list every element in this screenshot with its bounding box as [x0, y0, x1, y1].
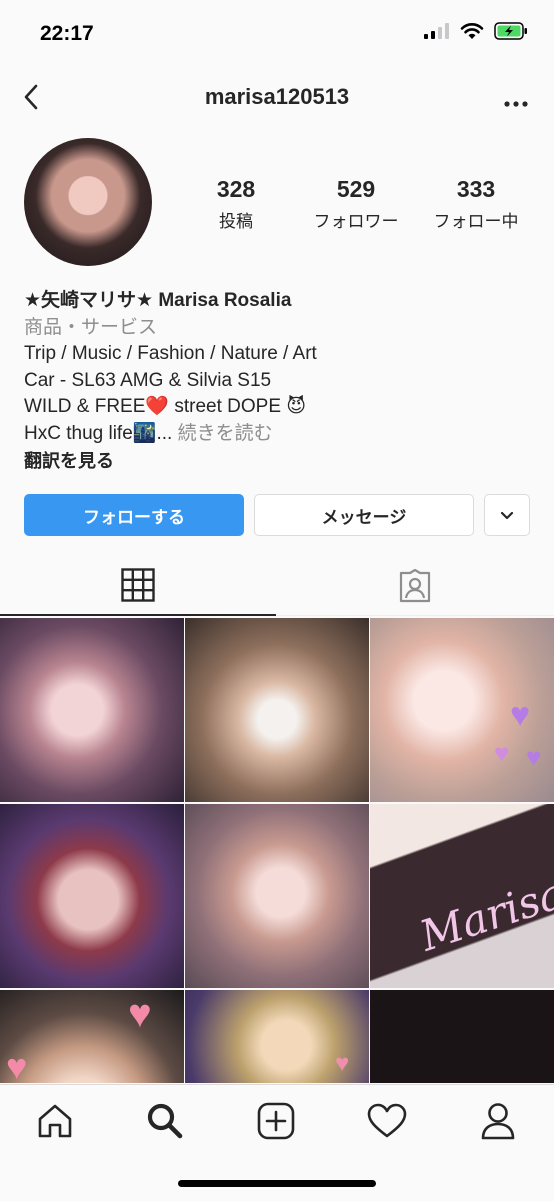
nav-home-button[interactable] — [33, 1099, 77, 1143]
profile-category: 商品・サービス — [24, 316, 158, 338]
username-title: marisa120513 — [204, 84, 350, 109]
stat-following[interactable]: 333 フォロー中 — [416, 176, 536, 232]
wifi-icon — [460, 23, 484, 39]
bio-line-4-text: HxC thug life — [24, 422, 133, 444]
activity-heart-icon — [367, 1103, 407, 1138]
status-icons — [424, 22, 528, 40]
profile-tabs — [0, 556, 554, 616]
bio-line-3-rest: street DOPE — [169, 396, 287, 418]
post-thumbnail[interactable]: ♥ ♥ ♥ — [370, 618, 554, 802]
nav-profile-button[interactable] — [476, 1099, 520, 1143]
stat-followers-label: フォロワー — [313, 212, 399, 231]
post-thumbnail[interactable] — [185, 618, 369, 802]
suggested-dropdown-button[interactable] — [484, 494, 530, 536]
more-options-button[interactable] — [504, 94, 528, 112]
profile-bio: ★矢崎マリサ★ Marisa Rosalia 商品・サービス Trip / Mu… — [24, 288, 534, 474]
post-grid: ♥ ♥ ♥ Marisa ♥ ♥ ♥ — [0, 618, 554, 1083]
home-icon — [38, 1104, 72, 1138]
bio-ellipsis: ... — [156, 422, 178, 444]
post-thumbnail[interactable] — [370, 990, 554, 1083]
stat-following-label: フォロー中 — [433, 212, 519, 231]
tab-grid[interactable] — [0, 556, 276, 616]
heart-sticker-icon: ♥ — [494, 738, 510, 768]
post-caption-text: Marisa — [414, 868, 554, 961]
status-bar: 22:17 — [0, 0, 554, 70]
post-thumbnail[interactable] — [0, 618, 184, 802]
profile-stats: 328 投稿 529 フォロワー 333 フォロー中 — [176, 176, 536, 232]
profile-avatar[interactable] — [24, 138, 152, 266]
search-icon — [147, 1103, 183, 1139]
heart-sticker-icon: ♥ — [335, 1050, 350, 1077]
heart-sticker-icon: ♥ — [6, 1046, 28, 1083]
post-thumbnail[interactable] — [0, 804, 184, 988]
tab-tagged[interactable] — [276, 556, 554, 616]
night-city-emoji: 🌃 — [132, 422, 157, 444]
bio-line-2: Car - SL63 AMG & Silvia S15 — [24, 369, 272, 391]
see-translation-link[interactable]: 翻訳を見る — [24, 448, 534, 475]
new-post-icon — [257, 1102, 295, 1140]
grid-icon — [121, 568, 155, 602]
nav-activity-button[interactable] — [365, 1099, 409, 1143]
heart-emoji: ❤️ — [145, 396, 170, 418]
devil-emoji: 😈 — [286, 396, 307, 418]
tagged-person-icon — [399, 568, 431, 602]
post-thumbnail[interactable]: Marisa — [370, 804, 554, 988]
stat-followers-count: 529 — [336, 176, 376, 202]
profile-icon — [481, 1103, 515, 1140]
signal-icon — [424, 23, 449, 39]
post-thumbnail[interactable]: ♥ ♥ — [0, 990, 184, 1083]
bio-line-3-text: WILD & FREE — [24, 396, 146, 418]
profile-header: marisa120513 — [0, 70, 554, 126]
stat-posts-count: 328 — [216, 176, 256, 202]
more-horizontal-icon — [504, 101, 528, 107]
status-time: 22:17 — [40, 22, 94, 45]
heart-sticker-icon: ♥ — [510, 696, 531, 734]
follow-button[interactable]: フォローする — [24, 494, 244, 536]
bio-line-1: Trip / Music / Fashion / Nature / Art — [24, 343, 317, 365]
message-button[interactable]: メッセージ — [254, 494, 474, 536]
heart-sticker-icon: ♥ — [526, 742, 542, 772]
battery-charging-icon — [494, 22, 527, 40]
nav-new-post-button[interactable] — [254, 1099, 298, 1143]
display-name: ★矢崎マリサ★ Marisa Rosalia — [24, 290, 292, 311]
nav-search-button[interactable] — [143, 1099, 187, 1143]
stat-posts-label: 投稿 — [219, 212, 253, 231]
post-thumbnail[interactable]: ♥ — [185, 990, 369, 1083]
post-thumbnail[interactable] — [185, 804, 369, 988]
bio-line-3: WILD & FREE❤️ street DOPE 😈 — [24, 394, 534, 421]
stat-following-count: 333 — [456, 176, 496, 202]
stat-followers[interactable]: 529 フォロワー — [296, 176, 416, 232]
chevron-down-icon — [500, 511, 514, 519]
heart-sticker-icon: ♥ — [128, 992, 152, 1036]
read-more-link[interactable]: 続きを読む — [178, 423, 273, 444]
stat-posts[interactable]: 328 投稿 — [176, 176, 296, 232]
home-indicator[interactable] — [178, 1180, 376, 1187]
bio-line-4: HxC thug life🌃... 続きを読む — [24, 421, 534, 448]
